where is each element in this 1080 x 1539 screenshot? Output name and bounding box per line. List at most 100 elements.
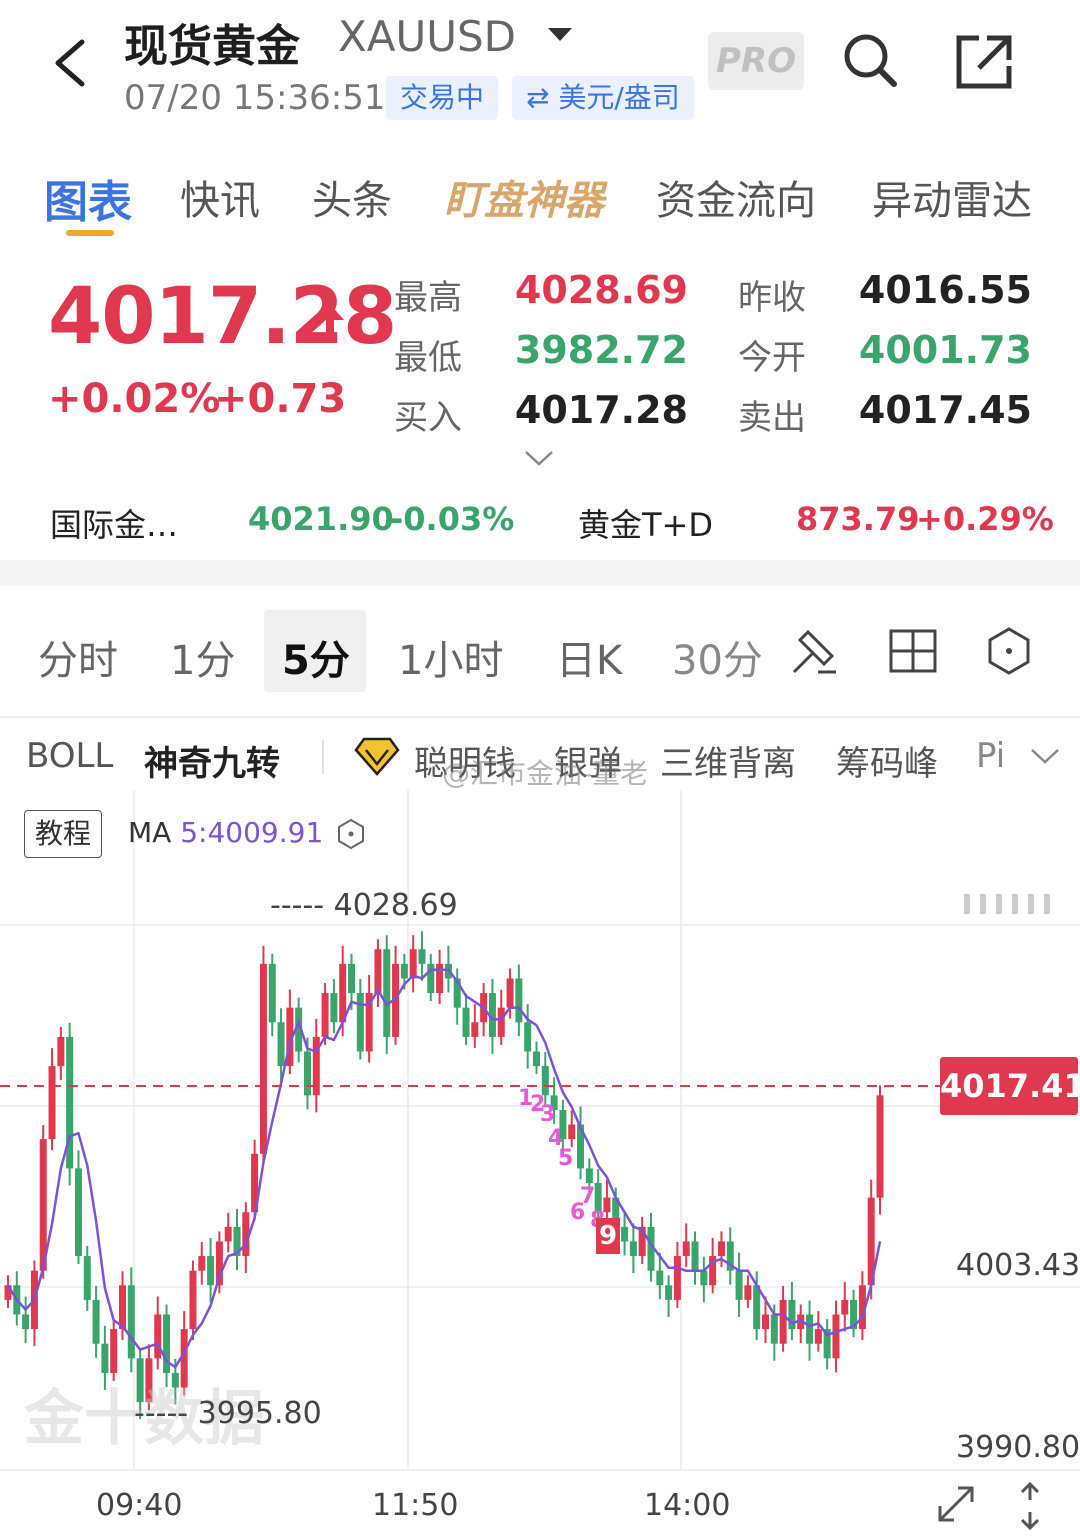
divider bbox=[0, 716, 1080, 718]
settings-hexagon-icon[interactable] bbox=[336, 818, 366, 850]
share-icon[interactable] bbox=[955, 32, 1015, 92]
tab-anomaly-radar[interactable]: 异动雷达 bbox=[872, 168, 1032, 226]
candle-body bbox=[303, 1051, 311, 1096]
indicator-pi[interactable]: Pi bbox=[976, 736, 1005, 776]
tab-fund-flow[interactable]: 资金流向 bbox=[656, 168, 816, 226]
unit-toggle-badge[interactable]: ⇄ 美元/盎司 bbox=[512, 76, 694, 120]
candle-body bbox=[515, 978, 523, 1023]
candle-body bbox=[92, 1299, 100, 1344]
candle-body bbox=[207, 1256, 215, 1286]
up-arrow-icon bbox=[316, 304, 344, 336]
tutorial-button[interactable]: 教程 bbox=[24, 810, 103, 858]
instrument-symbol[interactable]: XAUUSD bbox=[338, 12, 516, 61]
candle-body bbox=[110, 1329, 118, 1373]
y-axis-tick: 3990.80 bbox=[956, 1430, 1080, 1465]
x-axis-tick: 11:50 bbox=[372, 1488, 459, 1523]
volume-bars-icon bbox=[964, 894, 1050, 914]
indicator-3d-divergence[interactable]: 三维背离 bbox=[660, 736, 796, 785]
candle-body bbox=[119, 1285, 127, 1330]
candle-body bbox=[383, 949, 391, 1037]
candle-body bbox=[524, 1022, 532, 1052]
period-5m[interactable]: 5分 bbox=[282, 628, 350, 686]
candle-body bbox=[356, 993, 364, 1052]
period-1h[interactable]: 1小时 bbox=[398, 628, 503, 686]
search-icon[interactable] bbox=[840, 30, 900, 90]
nine-turn-signal: 9 bbox=[596, 1218, 620, 1254]
ma-value: 5:4009.91 bbox=[180, 816, 324, 849]
chevron-down-icon[interactable] bbox=[1030, 746, 1060, 766]
candle-body bbox=[418, 949, 426, 964]
user-watermark: @汇市金油-董老 bbox=[442, 757, 649, 790]
section-divider bbox=[0, 560, 1080, 586]
indicator-chip-peak[interactable]: 筹码峰 bbox=[836, 736, 938, 785]
related-price-gold-td: 873.79 bbox=[796, 500, 920, 538]
layout-grid-icon[interactable] bbox=[888, 626, 938, 676]
candle-body bbox=[682, 1241, 690, 1257]
candle-body bbox=[57, 1036, 65, 1067]
candle-body bbox=[779, 1299, 787, 1344]
related-name-intl-gold[interactable]: 国际金… bbox=[50, 500, 178, 546]
candle-body bbox=[224, 1226, 232, 1242]
nine-turn-count: 3 bbox=[540, 1102, 556, 1127]
candle-body bbox=[832, 1314, 840, 1359]
candle-body bbox=[22, 1314, 30, 1330]
candle-body bbox=[497, 1007, 505, 1037]
candle-body bbox=[717, 1241, 725, 1257]
candle-body bbox=[83, 1256, 91, 1300]
candle-body bbox=[462, 1007, 470, 1037]
candle-body bbox=[700, 1270, 708, 1286]
current-price-tag: 4017.41 bbox=[940, 1057, 1080, 1115]
tab-market-watch[interactable]: 盯盘神器 bbox=[444, 168, 604, 226]
indicator-boll[interactable]: BOLL bbox=[26, 736, 113, 776]
period-1m[interactable]: 1分 bbox=[170, 628, 235, 686]
candle-body bbox=[753, 1285, 761, 1330]
low-label: 最低 bbox=[394, 338, 462, 378]
candle-body bbox=[154, 1314, 162, 1359]
candle-body bbox=[436, 963, 444, 994]
candle-body bbox=[541, 1066, 549, 1096]
candle-body bbox=[744, 1285, 752, 1300]
candle-body bbox=[629, 1241, 637, 1257]
candle-body bbox=[48, 1066, 56, 1140]
draw-tool-icon[interactable] bbox=[790, 626, 840, 676]
candle-body bbox=[348, 963, 356, 994]
candle-body bbox=[427, 963, 435, 994]
period-low-value: 3995.80 bbox=[197, 1396, 322, 1431]
settings-hexagon-icon[interactable] bbox=[984, 626, 1034, 676]
diamond-icon bbox=[354, 737, 400, 776]
chevron-down-icon[interactable] bbox=[524, 448, 554, 468]
candle-body bbox=[277, 1022, 285, 1067]
candle-body bbox=[127, 1285, 135, 1359]
period-30m[interactable]: 30分 bbox=[672, 628, 763, 686]
candle-body bbox=[568, 1124, 576, 1140]
indicator-nine-turn[interactable]: 神奇九转 bbox=[144, 736, 280, 785]
x-axis-tick: 09:40 bbox=[96, 1488, 183, 1523]
period-daily[interactable]: 日K bbox=[556, 628, 622, 686]
fullscreen-icon[interactable] bbox=[934, 1482, 978, 1526]
low-value: 3982.72 bbox=[514, 328, 688, 372]
candle-body bbox=[665, 1285, 673, 1300]
tab-headlines[interactable]: 头条 bbox=[312, 168, 392, 226]
vertical-scale-icon[interactable] bbox=[1012, 1480, 1048, 1532]
candle-body bbox=[198, 1256, 206, 1271]
candle-body bbox=[400, 963, 408, 979]
back-arrow-icon[interactable] bbox=[50, 38, 90, 88]
y-axis-tick: 4003.43 bbox=[956, 1248, 1080, 1283]
tab-chart[interactable]: 图表 bbox=[44, 166, 132, 230]
pro-button[interactable]: PRO bbox=[708, 32, 804, 90]
ma-name: MA bbox=[128, 816, 172, 849]
caret-down-icon[interactable] bbox=[548, 28, 572, 41]
candle-body bbox=[788, 1299, 796, 1330]
ma-legend: MA 5:4009.91 bbox=[128, 816, 323, 849]
candle-body bbox=[761, 1314, 769, 1330]
percent-change: +0.02% bbox=[48, 376, 221, 422]
candle-body bbox=[268, 963, 276, 1023]
candle-body bbox=[101, 1343, 109, 1373]
tab-news-flash[interactable]: 快讯 bbox=[180, 168, 260, 226]
quote-datetime: 07/20 15:36:51 bbox=[124, 78, 386, 118]
candle-body bbox=[259, 963, 267, 1154]
period-timeshare[interactable]: 分时 bbox=[38, 628, 118, 686]
related-name-gold-td[interactable]: 黄金T+D bbox=[578, 500, 713, 546]
bid-label: 买入 bbox=[394, 398, 462, 438]
bid-value: 4017.28 bbox=[514, 388, 688, 432]
